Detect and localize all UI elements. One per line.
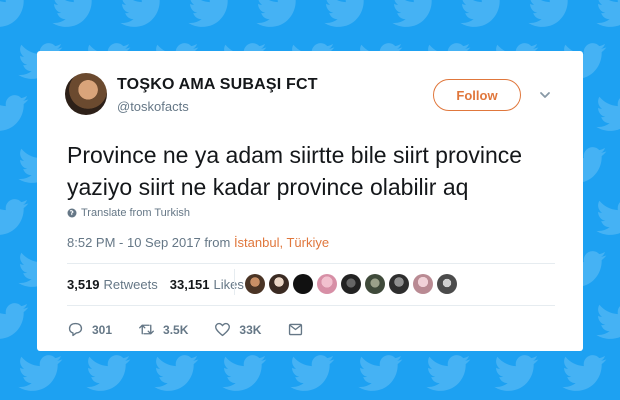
twitter-bird-icon xyxy=(592,0,620,30)
user-handle[interactable]: @toskofacts xyxy=(117,99,189,114)
stats-separator xyxy=(234,269,235,295)
twitter-bird-icon xyxy=(558,350,612,394)
liker-avatar[interactable] xyxy=(341,274,361,294)
retweets-label: Retweets xyxy=(103,277,158,292)
tweet-card: TOŞKO AMA SUBAŞI FCT @toskofacts Follow … xyxy=(37,51,583,351)
tweet-text: Province ne ya adam siirtte bile siirt p… xyxy=(67,142,523,200)
retweet-button[interactable]: 3.5K xyxy=(138,321,188,338)
twitter-bird-icon xyxy=(524,0,578,30)
retweet-action-count: 3.5K xyxy=(163,322,189,337)
liker-avatar[interactable] xyxy=(317,274,337,294)
twitter-bird-icon xyxy=(456,0,510,30)
liker-avatar[interactable] xyxy=(293,274,313,294)
divider xyxy=(67,305,555,306)
twitter-bird-icon xyxy=(422,350,476,394)
twitter-bird-icon xyxy=(592,298,620,342)
twitter-bird-icon xyxy=(48,0,102,30)
twitter-bird-icon xyxy=(252,0,306,30)
twitter-bird-icon xyxy=(150,350,204,394)
likes-label: Likes xyxy=(213,277,244,292)
timestamp-text: 8:52 PM - 10 Sep 2017 from xyxy=(67,235,234,250)
tweet-stats: 3,519 Retweets 33,151 Likes xyxy=(67,277,244,292)
like-action-count: 33K xyxy=(239,322,262,337)
retweets-stat[interactable]: 3,519 Retweets xyxy=(67,277,158,292)
likes-stat[interactable]: 33,151 Likes xyxy=(170,277,244,292)
twitter-bird-icon xyxy=(0,0,34,30)
tweet-actions: 301 3.5K 33K xyxy=(67,321,330,338)
twitter-bird-icon xyxy=(184,0,238,30)
reply-count: 301 xyxy=(92,322,113,337)
reply-icon xyxy=(68,322,83,337)
message-icon xyxy=(289,323,303,336)
twitter-bird-icon xyxy=(0,298,34,342)
liker-avatar[interactable] xyxy=(365,274,385,294)
twitter-bird-icon xyxy=(592,194,620,238)
twitter-bird-icon xyxy=(490,350,544,394)
liker-avatar[interactable] xyxy=(437,274,457,294)
translate-link[interactable]: Translate from Turkish xyxy=(67,207,190,219)
twitter-bird-icon xyxy=(286,350,340,394)
reply-button[interactable]: 301 xyxy=(67,321,112,338)
liker-avatar[interactable] xyxy=(245,274,265,294)
liker-avatars xyxy=(245,274,457,294)
avatar[interactable] xyxy=(65,73,107,115)
liker-avatar[interactable] xyxy=(413,274,433,294)
liker-avatar[interactable] xyxy=(389,274,409,294)
like-button[interactable]: 33K xyxy=(214,321,261,338)
divider xyxy=(67,263,555,264)
direct-message-button[interactable] xyxy=(287,321,304,338)
display-name[interactable]: TOŞKO AMA SUBAŞI FCT xyxy=(117,76,318,94)
retweet-icon xyxy=(139,324,155,335)
twitter-bird-icon xyxy=(320,0,374,30)
twitter-bird-icon xyxy=(14,350,68,394)
twitter-bird-icon xyxy=(82,350,136,394)
twitter-bird-icon xyxy=(116,0,170,30)
twitter-bird-icon xyxy=(0,194,34,238)
tweet-timestamp: 8:52 PM - 10 Sep 2017 from İstanbul, Tür… xyxy=(67,235,329,250)
translate-label: Translate from Turkish xyxy=(81,207,191,219)
twitter-bird-icon xyxy=(388,0,442,30)
likes-count: 33,151 xyxy=(169,277,210,292)
twitter-bird-icon xyxy=(0,90,34,134)
twitter-bird-icon xyxy=(218,350,272,394)
follow-button[interactable]: Follow xyxy=(433,79,521,111)
heart-icon xyxy=(215,322,231,337)
liker-avatar[interactable] xyxy=(269,274,289,294)
twitter-bird-icon xyxy=(354,350,408,394)
retweets-count: 3,519 xyxy=(67,277,100,292)
globe-icon xyxy=(67,208,77,218)
twitter-bird-icon xyxy=(592,90,620,134)
chevron-down-icon[interactable] xyxy=(538,88,552,102)
location-link[interactable]: İstanbul, Türkiye xyxy=(234,235,329,250)
